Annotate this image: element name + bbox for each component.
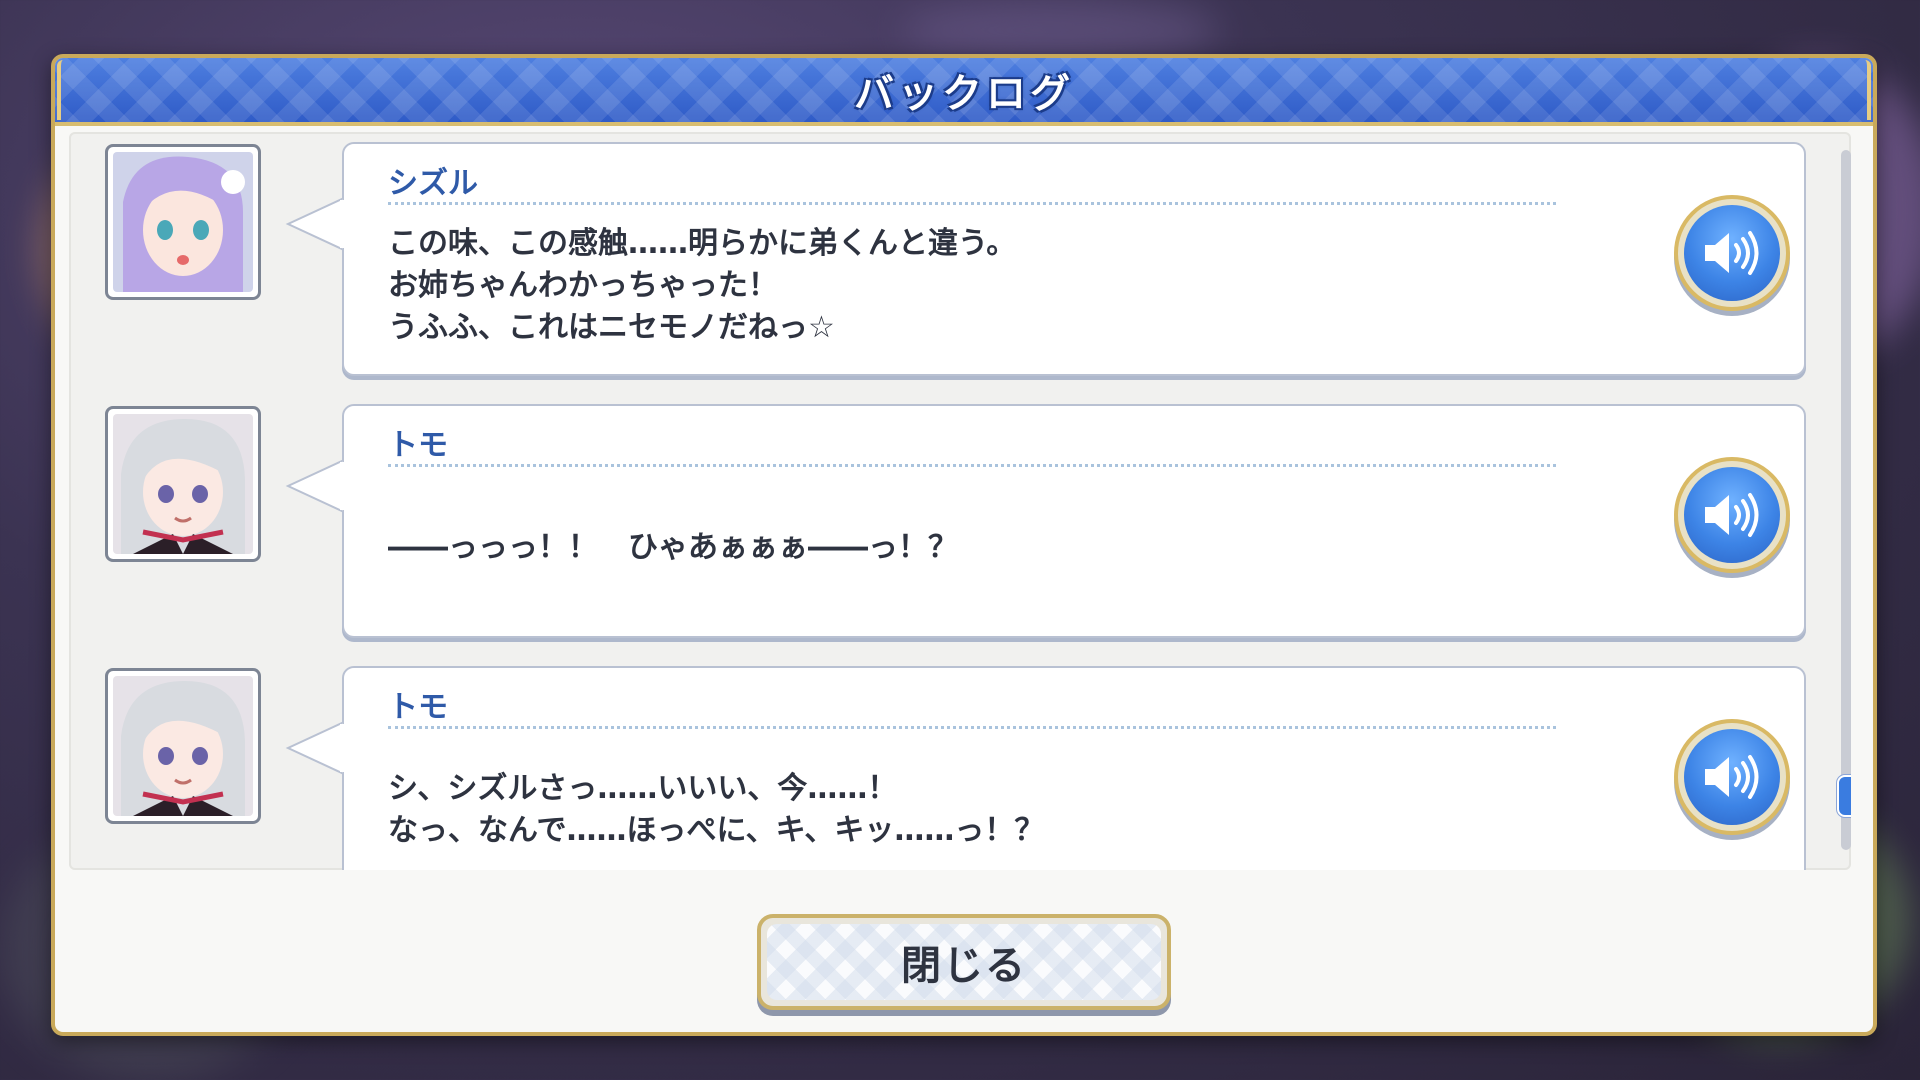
voice-play-button[interactable] <box>1674 195 1790 311</box>
dialogue-text: ――っっっ！！ ひゃあぁぁぁ――っ！？ <box>388 478 1488 618</box>
portrait-image <box>113 414 253 554</box>
scrollbar-track[interactable] <box>1841 150 1851 850</box>
dialogue-line: うふふ、これはニセモノだねっ☆ <box>388 310 835 345</box>
log-entry: トモ ――っっっ！！ ひゃあぁぁぁ――っ！？ <box>69 394 1829 638</box>
speaker-icon <box>1705 493 1759 537</box>
ornament-right <box>1845 60 1871 120</box>
character-portrait <box>105 144 261 300</box>
log-entry: シズル この味、この感触……明らかに弟くんと違う。 お姉ちゃんわかっちゃった！ … <box>69 132 1829 376</box>
dialogue-bubble: トモ ――っっっ！！ ひゃあぁぁぁ――っ！？ <box>285 404 1806 638</box>
dialog-title: バックログ <box>854 71 1074 117</box>
voice-play-button[interactable] <box>1674 457 1790 573</box>
name-divider <box>388 726 1556 729</box>
dialogue-text: シ、シズルさっ……いいい、今……！ なっ、なんで……ほっぺに、キ、キッ……っ！？ <box>388 740 1488 870</box>
speaker-icon <box>1705 755 1759 799</box>
speaker-name: トモ <box>388 428 448 463</box>
name-divider <box>388 464 1556 467</box>
close-button[interactable]: 閉じる <box>757 914 1171 1010</box>
portrait-image <box>113 676 253 816</box>
speaker-name: トモ <box>388 690 448 725</box>
log-list[interactable]: シズル この味、この感触……明らかに弟くんと違う。 お姉ちゃんわかっちゃった！ … <box>69 132 1851 870</box>
dialogue-bubble: トモ シ、シズルさっ……いいい、今……！ なっ、なんで……ほっぺに、キ、キッ……… <box>285 666 1806 870</box>
dialogue-line: シ、シズルさっ……いいい、今……！ <box>388 771 898 806</box>
dialogue-line: この味、この感触……明らかに弟くんと違う。 <box>388 226 1017 261</box>
dialogue-line: ――っっっ！！ ひゃあぁぁぁ――っ！？ <box>388 530 958 565</box>
bubble-tail <box>285 720 344 776</box>
dialogue-line: お姉ちゃんわかっちゃった！ <box>388 268 778 303</box>
speaker-name: シズル <box>388 166 478 201</box>
voice-play-button[interactable] <box>1674 719 1790 835</box>
portrait-image <box>113 152 253 292</box>
character-portrait <box>105 668 261 824</box>
bubble-tail <box>285 196 344 252</box>
close-button-label: 閉じる <box>901 943 1027 989</box>
dialogue-line: なっ、なんで……ほっぺに、キ、キッ……っ！？ <box>388 813 1045 848</box>
title-bar: バックログ <box>55 58 1873 126</box>
ornament-left <box>57 60 83 120</box>
bubble-tail <box>285 458 344 514</box>
speaker-icon <box>1705 231 1759 275</box>
scrollbar-thumb[interactable] <box>1837 775 1851 818</box>
character-portrait <box>105 406 261 562</box>
dialogue-bubble: シズル この味、この感触……明らかに弟くんと違う。 お姉ちゃんわかっちゃった！ … <box>285 142 1806 376</box>
backlog-dialog: バックログ シズル この味、この感触……明らかに弟くんと違う。 お姉ちゃんわかっ… <box>51 54 1877 1036</box>
name-divider <box>388 202 1556 205</box>
dialogue-text: この味、この感触……明らかに弟くんと違う。 お姉ちゃんわかっちゃった！ うふふ、… <box>388 216 1488 356</box>
log-entry: トモ シ、シズルさっ……いいい、今……！ なっ、なんで……ほっぺに、キ、キッ……… <box>69 656 1829 870</box>
